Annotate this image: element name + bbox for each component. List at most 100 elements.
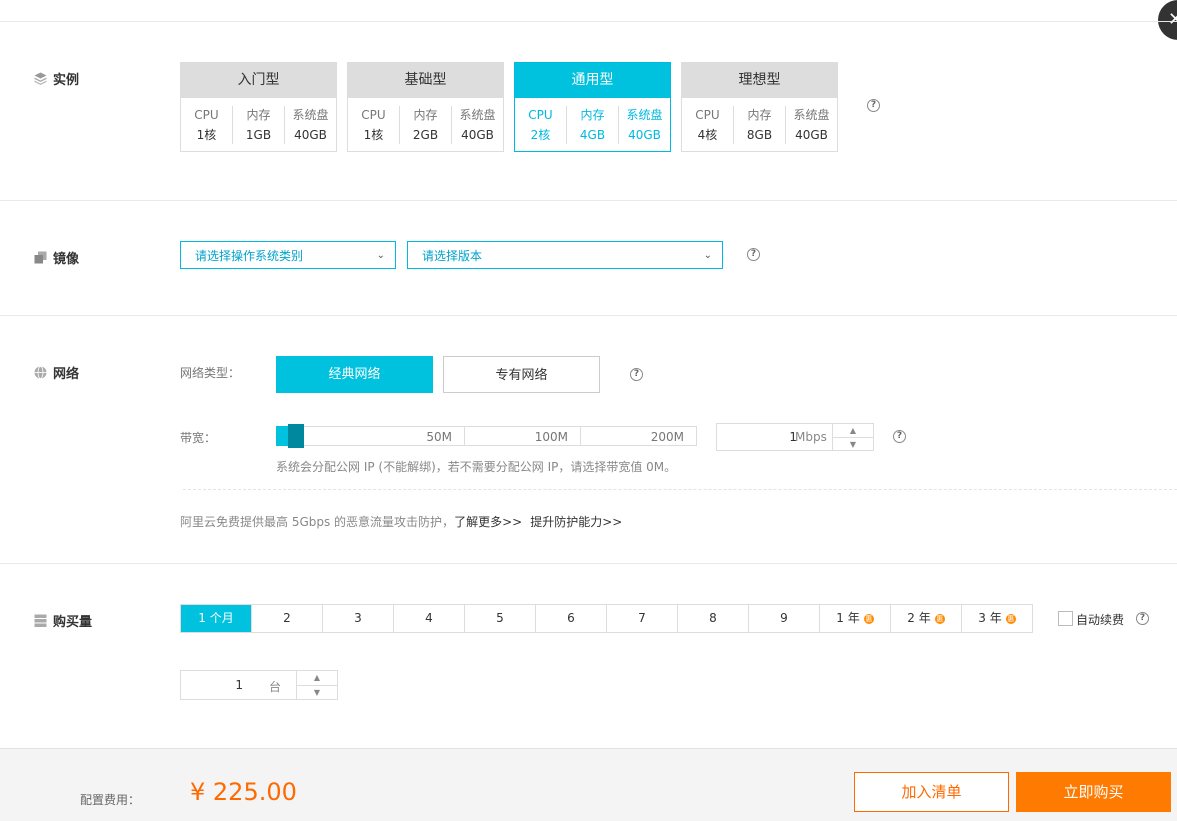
- cube-icon: [34, 72, 47, 85]
- public-ip-note: 系统会分配公网 IP (不能解绑)，若不需要分配公网 IP，请选择带宽值 0M。: [276, 460, 677, 474]
- quantity-value[interactable]: 1: [201, 678, 243, 692]
- close-icon: ✕: [1168, 9, 1177, 30]
- upgrade-protection-link[interactable]: 提升防护能力>>: [530, 515, 622, 529]
- bandwidth-unit: Mbps: [795, 430, 827, 444]
- bandwidth-slider-fill: [276, 426, 288, 446]
- memory-label: 内存: [580, 108, 605, 122]
- order-footer: 配置费用： ¥ 225.00 加入清单 立即购买: [0, 748, 1177, 821]
- help-icon[interactable]: ?: [893, 430, 906, 443]
- add-to-list-button[interactable]: 加入清单: [854, 772, 1009, 812]
- learn-more-link[interactable]: 了解更多>>: [454, 515, 522, 529]
- memory-label: 内存: [413, 108, 438, 122]
- vpc-network-button[interactable]: 专有网络: [443, 356, 600, 393]
- image-stack-icon: [34, 251, 47, 264]
- duration-option-3-year[interactable]: 3 年惠: [961, 605, 1032, 632]
- cpu-value: 1核: [363, 128, 384, 142]
- help-icon[interactable]: ?: [630, 368, 643, 381]
- cpu-label: CPU: [194, 108, 219, 122]
- ddos-note-text: 阿里云免费提供最高 5Gbps 的恶意流量攻击防护，: [180, 515, 455, 529]
- server-icon: [34, 614, 47, 627]
- memory-label: 内存: [747, 108, 772, 122]
- instance-card-title: 基础型: [348, 63, 503, 98]
- disk-label: 系统盘: [793, 108, 830, 122]
- duration-option-2-year[interactable]: 2 年惠: [890, 605, 961, 632]
- discount-icon: 惠: [863, 613, 874, 624]
- discount-icon: 惠: [934, 613, 945, 624]
- instance-card-title: 通用型: [515, 63, 670, 98]
- cpu-label: CPU: [361, 108, 386, 122]
- duration-selector: 1 个月 2 3 4 5 6 7 8 9 1 年惠 2 年惠 3 年惠: [180, 604, 1033, 633]
- duration-option-6[interactable]: 6: [535, 605, 606, 632]
- duration-option-1-month[interactable]: 1 个月: [181, 605, 251, 632]
- disk-value: 40GB: [294, 128, 327, 142]
- disk-label: 系统盘: [459, 108, 496, 122]
- bandwidth-label: 带宽：: [180, 431, 217, 445]
- auto-renew-checkbox[interactable]: [1058, 611, 1073, 626]
- network-type-label: 网络类型：: [180, 366, 241, 380]
- instance-card-ideal[interactable]: 理想型 CPU 4核 内存 8GB 系统盘 40GB: [681, 62, 838, 152]
- increment-icon[interactable]: ▲: [833, 424, 873, 437]
- instance-card-entry[interactable]: 入门型 CPU 1核 内存 1GB 系统盘 40GB: [180, 62, 337, 152]
- memory-value: 2GB: [412, 128, 439, 142]
- help-icon[interactable]: ?: [1136, 612, 1149, 625]
- bandwidth-tick-100m: 100M: [464, 427, 580, 445]
- cpu-label: CPU: [528, 108, 553, 122]
- cpu-value: 2核: [530, 128, 551, 142]
- chevron-down-icon: ⌄: [376, 250, 385, 261]
- increment-icon[interactable]: ▲: [297, 671, 337, 685]
- os-type-placeholder: 请选择操作系统类别: [195, 249, 304, 263]
- help-icon[interactable]: ?: [867, 99, 880, 112]
- classic-network-button[interactable]: 经典网络: [276, 356, 433, 393]
- buy-now-button[interactable]: 立即购买: [1016, 772, 1171, 812]
- instance-card-title: 入门型: [181, 63, 336, 98]
- disk-value: 40GB: [795, 128, 828, 142]
- memory-value: 4GB: [579, 128, 606, 142]
- duration-option-4[interactable]: 4: [393, 605, 464, 632]
- instance-card-basic[interactable]: 基础型 CPU 1核 内存 2GB 系统盘 40GB: [347, 62, 504, 152]
- bandwidth-value[interactable]: 1: [757, 430, 797, 444]
- divider: [183, 489, 1177, 490]
- duration-option-8[interactable]: 8: [677, 605, 748, 632]
- os-type-select[interactable]: 请选择操作系统类别 ⌄: [180, 241, 396, 269]
- globe-icon: [34, 366, 47, 379]
- instance-section-label: 实例: [34, 69, 79, 88]
- version-select[interactable]: 请选择版本 ⌄: [407, 241, 723, 269]
- cpu-value: 1核: [196, 128, 217, 142]
- cpu-value: 4核: [697, 128, 718, 142]
- disk-label: 系统盘: [626, 108, 663, 122]
- close-button[interactable]: ✕: [1158, 0, 1177, 40]
- duration-option-3[interactable]: 3: [322, 605, 393, 632]
- purchase-section-label: 购买量: [34, 611, 92, 630]
- instance-card-title: 理想型: [682, 63, 837, 98]
- decrement-icon[interactable]: ▼: [833, 437, 873, 451]
- auto-renew-label: 自动续费: [1076, 613, 1125, 627]
- bandwidth-stepper[interactable]: 1 Mbps ▲ ▼: [716, 423, 874, 451]
- bandwidth-slider[interactable]: 50M 100M 200M: [276, 426, 697, 446]
- bandwidth-tick-50m: 50M: [426, 430, 452, 444]
- disk-value: 40GB: [628, 128, 661, 142]
- total-price: ¥ 225.00: [190, 778, 297, 806]
- discount-icon: 惠: [1005, 613, 1016, 624]
- network-section-label: 网络: [34, 363, 79, 382]
- duration-option-9[interactable]: 9: [748, 605, 819, 632]
- instance-card-general[interactable]: 通用型 CPU 2核 内存 4GB 系统盘 40GB: [514, 62, 671, 152]
- memory-value: 8GB: [746, 128, 773, 142]
- decrement-icon[interactable]: ▼: [297, 685, 337, 700]
- version-placeholder: 请选择版本: [422, 249, 483, 263]
- bandwidth-tick-200m: 200M: [580, 427, 696, 445]
- cpu-label: CPU: [695, 108, 720, 122]
- chevron-down-icon: ⌄: [703, 250, 712, 261]
- disk-label: 系统盘: [292, 108, 329, 122]
- duration-option-1-year[interactable]: 1 年惠: [819, 605, 890, 632]
- cost-label: 配置费用：: [80, 793, 141, 807]
- ddos-note: 阿里云免费提供最高 5Gbps 的恶意流量攻击防护，了解更多>> 提升防护能力>>: [180, 513, 622, 530]
- bandwidth-slider-handle[interactable]: [288, 424, 304, 448]
- help-icon[interactable]: ?: [747, 248, 760, 261]
- quantity-stepper[interactable]: 1 台 ▲ ▼: [180, 670, 338, 700]
- image-section-label: 镜像: [34, 248, 79, 267]
- duration-option-2[interactable]: 2: [251, 605, 322, 632]
- duration-option-7[interactable]: 7: [606, 605, 677, 632]
- memory-label: 内存: [246, 108, 271, 122]
- disk-value: 40GB: [461, 128, 494, 142]
- duration-option-5[interactable]: 5: [464, 605, 535, 632]
